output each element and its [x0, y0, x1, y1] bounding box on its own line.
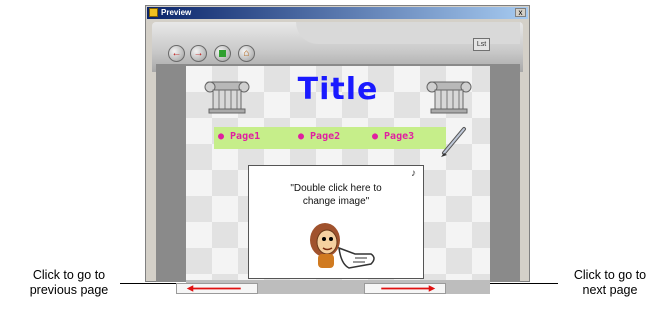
close-button[interactable]: x — [515, 8, 526, 17]
callout-next-line1: Click to go to — [573, 268, 647, 282]
callout-prev-line2: previous page — [29, 283, 109, 297]
preview-window: Preview x ← → ⌂ Lst Title ● Page1 ● Page… — [145, 5, 530, 294]
callout-next-page: Click to go to next page — [555, 268, 665, 298]
back-button[interactable]: ← — [168, 45, 185, 62]
nav-link-page2[interactable]: ● Page2 — [298, 131, 340, 142]
nav-link-page1[interactable]: ● Page1 — [218, 131, 260, 142]
cartoon-character-icon — [310, 223, 375, 269]
forward-button[interactable]: → — [190, 45, 207, 62]
page-title[interactable]: Title — [186, 72, 490, 107]
window-title: Preview — [161, 8, 192, 17]
card-text-line2: change image" — [302, 196, 370, 207]
callout-next-line2: next page — [582, 283, 638, 297]
music-note-icon: ♪ — [411, 168, 416, 179]
card-text-line1: "Double click here to — [290, 183, 382, 194]
next-page-arrow[interactable] — [364, 283, 446, 294]
image-placeholder-text: "Double click here to change image" — [249, 182, 423, 208]
page-canvas: Title ● Page1 ● Page2 ● Page3 ♪ "Double … — [186, 66, 490, 280]
nav-link-page3[interactable]: ● Page3 — [372, 131, 414, 142]
pen-icon — [441, 127, 466, 157]
stop-button[interactable] — [214, 45, 231, 62]
previous-page-arrow[interactable] — [176, 283, 258, 294]
nav-bar: ● Page1 ● Page2 ● Page3 — [214, 127, 446, 149]
page-frame: Title ● Page1 ● Page2 ● Page3 ♪ "Double … — [156, 64, 520, 294]
close-preview-button[interactable]: Lst — [473, 38, 490, 51]
image-placeholder[interactable]: ♪ "Double click here to change image" — [248, 165, 424, 279]
app-icon — [149, 8, 158, 17]
callout-previous-page: Click to go to previous page — [4, 268, 134, 298]
title-bar[interactable]: Preview x — [147, 7, 528, 19]
callout-prev-line1: Click to go to — [32, 268, 106, 282]
home-button[interactable]: ⌂ — [238, 45, 255, 62]
